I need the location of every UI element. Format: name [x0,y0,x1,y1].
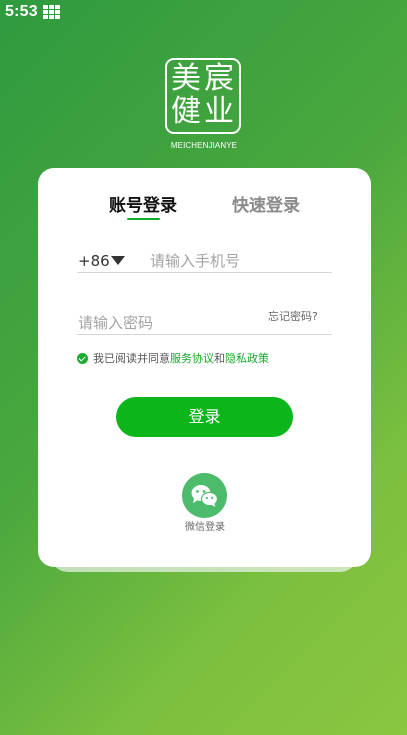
forgot-password-link[interactable]: 忘记密码? [268,309,318,325]
logo-caption: MEICHENJIANYE [170,141,238,150]
status-time: 5:53 [5,3,38,20]
logo-char: 宸 [204,61,234,96]
active-tab-indicator [127,218,160,220]
agreement-prefix: 我已阅读并同意 [93,352,170,365]
logo-char: 业 [204,94,234,129]
check-circle-icon[interactable] [77,353,88,364]
divider [77,272,332,273]
logo-char: 美 [171,61,201,96]
app-grid-icon [43,5,60,19]
wechat-login-label: 微信登录 [185,522,225,533]
logo-char: 健 [171,94,201,129]
tab-account-login[interactable]: 账号登录 [109,195,177,217]
password-input[interactable] [78,312,258,334]
wechat-icon [191,485,219,507]
brand-logo: 美 宸 健 业 [165,58,243,138]
caret-down-icon[interactable] [111,256,125,265]
agreement-text: 我已阅读并同意服务协议和隐私政策 [93,351,269,367]
login-button[interactable]: 登录 [116,397,293,437]
phone-input[interactable] [150,250,330,272]
tab-quick-login[interactable]: 快速登录 [232,195,300,217]
country-code-selector[interactable]: +86 [78,251,110,271]
privacy-policy-link[interactable]: 隐私政策 [225,352,269,365]
status-bar: 5:53 [0,0,407,24]
service-agreement-link[interactable]: 服务协议 [170,352,214,365]
wechat-login-button[interactable] [182,473,227,518]
agreement-conjunction: 和 [214,352,225,365]
divider [77,334,332,335]
